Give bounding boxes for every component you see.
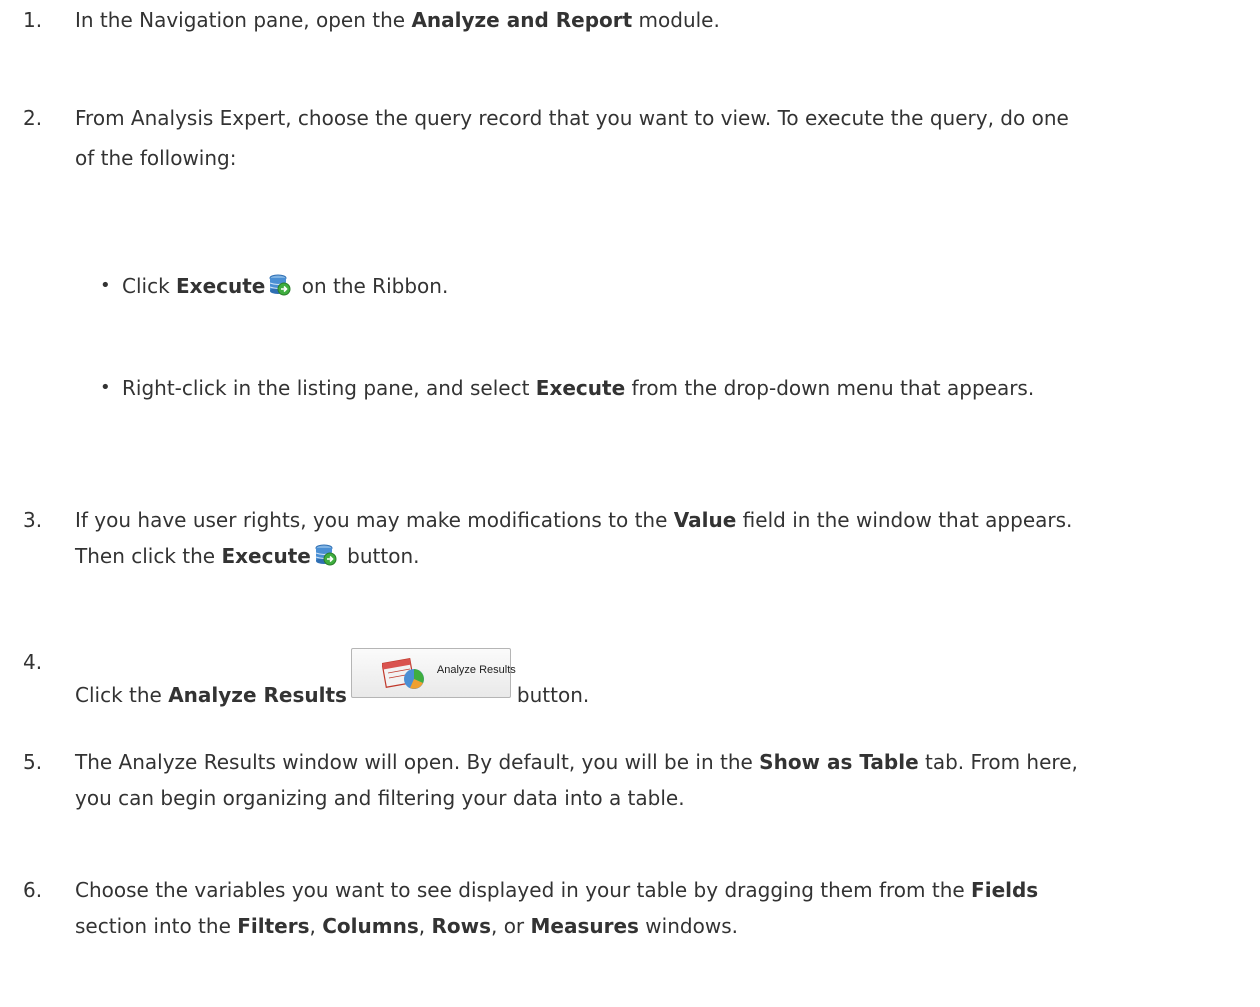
text-run: Then click the [75, 544, 222, 568]
bold-text: Analyze Results [168, 683, 347, 707]
bold-text: Fields [971, 878, 1039, 902]
step-text: If you have user rights, you may make mo… [75, 506, 1072, 534]
text-run: module. [632, 8, 720, 32]
step-text: of the following: [75, 146, 237, 170]
execute-database-icon [315, 544, 337, 566]
text-run: Click the [75, 683, 169, 707]
bold-text: Value [673, 508, 737, 532]
bullet-text: Click Execute on the Ribbon. [122, 272, 448, 300]
text-run: tab. From here, [918, 750, 1078, 774]
step-text: Choose the variables you want to see dis… [75, 876, 1038, 904]
step-text: In the Navigation pane, open the Analyze… [75, 6, 720, 34]
text-run: section into the [75, 914, 238, 938]
step-number: 4. [23, 650, 43, 674]
step-number: 3. [23, 508, 43, 532]
text-run: In the Navigation pane, open the [75, 8, 412, 32]
text-run: If you have user rights, you may make mo… [75, 508, 674, 532]
step-number: 1. [23, 8, 43, 32]
text-run: , [309, 914, 323, 938]
analyze-results-button-label: Analyze Results [436, 664, 516, 676]
bullet-text: Right-click in the listing pane, and sel… [122, 374, 1034, 402]
text-run: button. [516, 683, 590, 707]
execute-database-icon [269, 274, 291, 296]
bold-text: Execute [535, 376, 626, 400]
text-run: on the Ribbon. [295, 274, 449, 298]
text-run: from the drop-down menu that appears. [625, 376, 1035, 400]
bold-text: Analyze and Report [411, 8, 633, 32]
step-text: The Analyze Results window will open. By… [75, 748, 1078, 776]
step-number: 6. [23, 878, 43, 902]
analyze-results-button[interactable]: Analyze Results [350, 648, 516, 698]
bold-text: Columns [322, 914, 419, 938]
step-text: Then click the Execute button. [75, 542, 420, 570]
text-run: , or [490, 914, 531, 938]
step-text: From Analysis Expert, choose the query r… [75, 106, 1069, 130]
text-run: Choose the variables you want to see dis… [75, 878, 972, 902]
text-run: Click [122, 274, 177, 298]
bullet-symbol: • [100, 275, 111, 296]
bold-text: Rows [431, 914, 491, 938]
bold-text: Measures [530, 914, 639, 938]
step-text: you can begin organizing and filtering y… [75, 786, 685, 810]
text-run: , [418, 914, 432, 938]
text-run: The Analyze Results window will open. By… [75, 750, 760, 774]
text-run: Right-click in the listing pane, and sel… [122, 376, 536, 400]
text-run: button. [340, 544, 420, 568]
analyze-results-icon [381, 658, 424, 689]
bold-text: Execute [176, 274, 266, 298]
bold-text: Show as Table [759, 750, 919, 774]
bold-text: Filters [237, 914, 310, 938]
step-number: 5. [23, 750, 43, 774]
step-text: section into the Filters, Columns, Rows,… [75, 912, 738, 940]
bullet-symbol: • [100, 377, 111, 398]
text-run: field in the window that appears. [736, 508, 1073, 532]
step-text: Click the Analyze Results Analyze Result… [75, 648, 589, 709]
bold-text: Execute [221, 544, 311, 568]
text-run: windows. [638, 914, 738, 938]
step-number: 2. [23, 106, 43, 130]
